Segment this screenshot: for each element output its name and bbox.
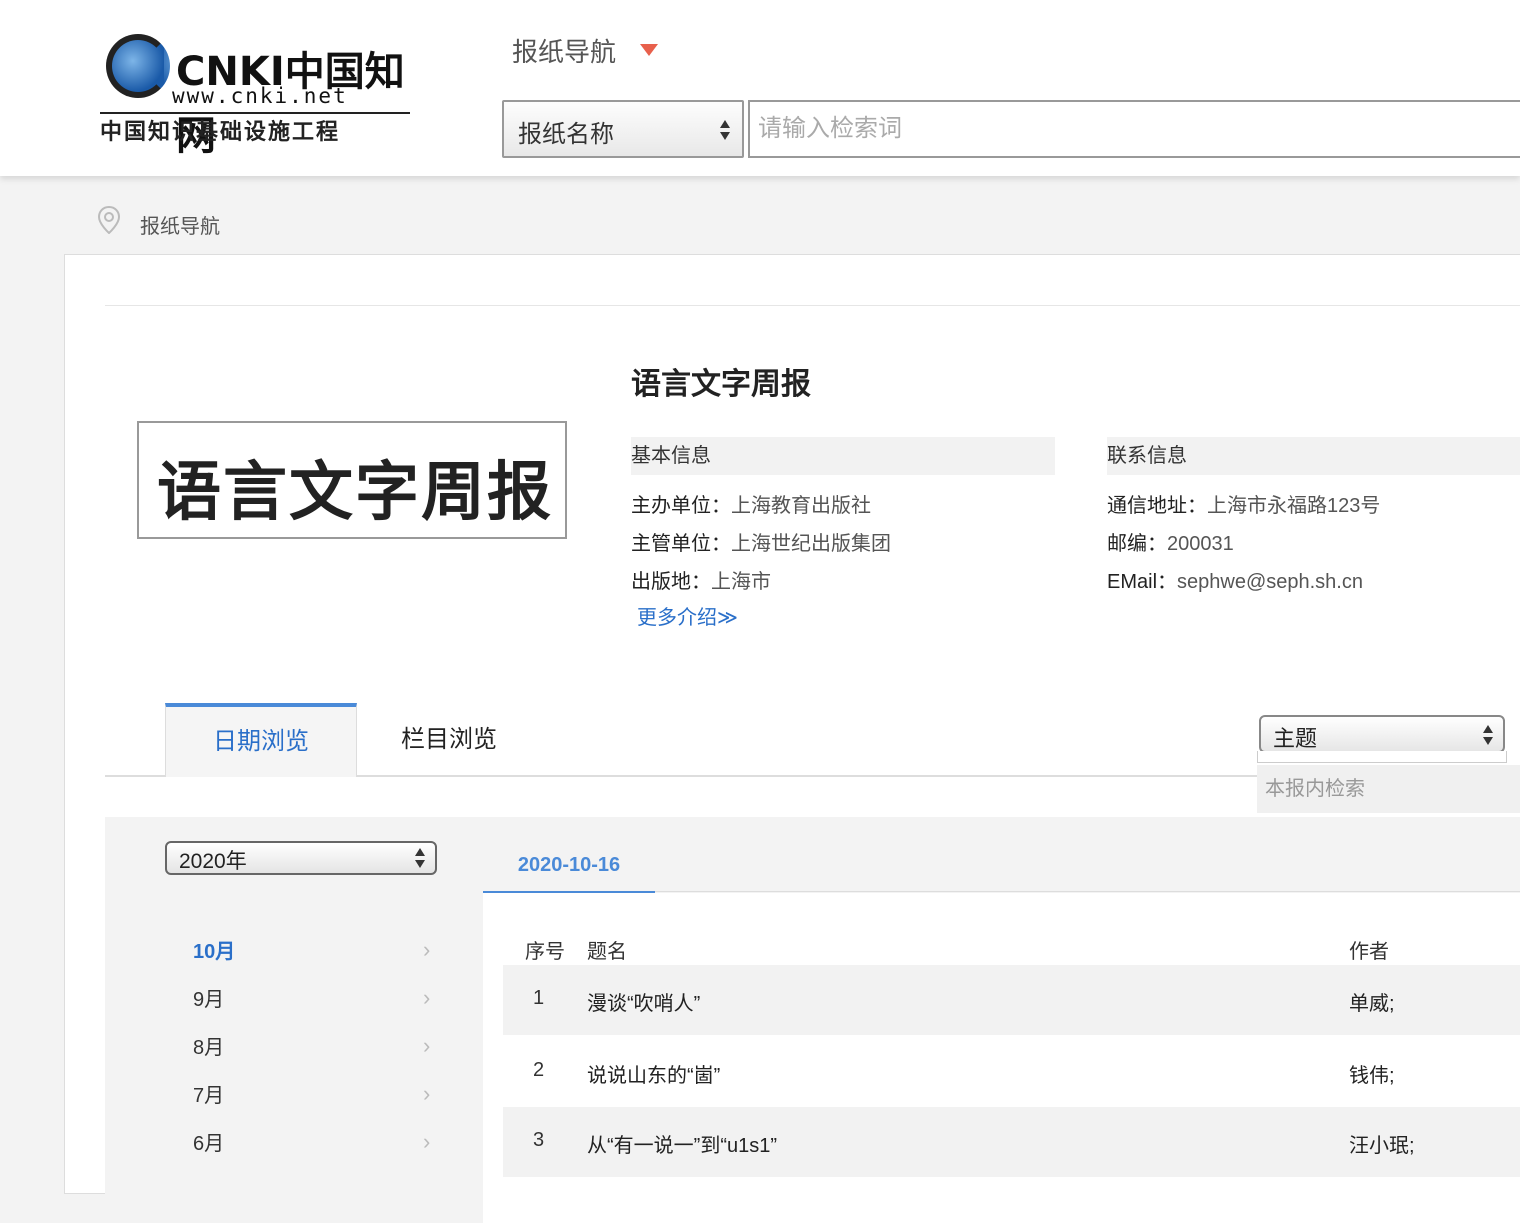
chevron-right-icon[interactable]: › bbox=[423, 937, 430, 963]
article-list: 序号 题名 作者 1 漫谈“吹哨人” 单威; 2 说说山东的“崮” 钱伟; 3 … bbox=[483, 893, 1520, 1223]
email-row: EMail：sephwe@seph.sh.cn bbox=[1107, 565, 1363, 594]
tab-date-browse[interactable]: 日期浏览 bbox=[165, 703, 357, 777]
row-num: 3 bbox=[533, 1129, 545, 1151]
caret-down-icon[interactable] bbox=[640, 44, 658, 56]
contact-info-heading: 联系信息 bbox=[1107, 437, 1520, 475]
sponsor-label: 主办单位： bbox=[631, 495, 731, 517]
updown-arrows-icon bbox=[1483, 725, 1493, 747]
article-title-link[interactable]: 从“有一说一”到“u1s1” bbox=[587, 1129, 777, 1158]
sponsor-row: 主办单位：上海教育出版社 bbox=[631, 489, 871, 518]
month-item[interactable]: 8月 bbox=[193, 1031, 224, 1060]
logo-url: www.cnki.net bbox=[172, 84, 348, 108]
place-row: 出版地：上海市 bbox=[631, 565, 771, 594]
inner-search-field-select[interactable]: 主题 bbox=[1259, 715, 1505, 753]
sponsor-value: 上海教育出版社 bbox=[731, 495, 871, 517]
email-label: EMail： bbox=[1107, 571, 1178, 593]
search-field-select[interactable]: 报纸名称 bbox=[502, 100, 744, 158]
search-field-value: 报纸名称 bbox=[518, 121, 614, 148]
place-value: 上海市 bbox=[711, 571, 771, 593]
breadcrumb[interactable]: 报纸导航 bbox=[140, 210, 220, 239]
article-title-link[interactable]: 漫谈“吹哨人” bbox=[587, 987, 700, 1016]
article-title-link[interactable]: 说说山东的“崮” bbox=[587, 1059, 720, 1088]
email-value: sephwe@seph.sh.cn bbox=[1177, 571, 1363, 593]
table-row: 3 从“有一说一”到“u1s1” 汪小珉; bbox=[503, 1107, 1520, 1177]
column-header-title: 题名 bbox=[587, 941, 627, 963]
select-shadow bbox=[1257, 751, 1507, 763]
article-author[interactable]: 单威; bbox=[1349, 987, 1395, 1016]
browse-area: 2020年 10月 › 9月 › 8月 › 7月 › 6月 › 2020-10-… bbox=[105, 817, 1520, 1223]
supervisor-row: 主管单位：上海世纪出版集团 bbox=[631, 527, 891, 556]
table-row: 1 漫谈“吹哨人” 单威; bbox=[503, 965, 1520, 1035]
supervisor-label: 主管单位： bbox=[631, 533, 731, 555]
location-pin-icon bbox=[98, 206, 120, 234]
chevron-right-icon[interactable]: › bbox=[423, 1033, 430, 1059]
year-select[interactable]: 2020年 bbox=[165, 841, 437, 875]
more-intro-link[interactable]: 更多介绍≫ bbox=[637, 601, 738, 630]
row-num: 1 bbox=[533, 987, 545, 1009]
article-author[interactable]: 钱伟; bbox=[1349, 1059, 1395, 1088]
inner-search-field-value: 主题 bbox=[1273, 726, 1318, 751]
chevron-right-icon[interactable]: › bbox=[423, 985, 430, 1011]
basic-info-heading: 基本信息 bbox=[631, 437, 1055, 475]
tab-column-browse[interactable]: 栏目浏览 bbox=[401, 719, 497, 754]
cover-text: 语言文字周报 bbox=[157, 455, 553, 530]
month-item[interactable]: 10月 bbox=[193, 935, 235, 964]
main-panel: 语言文字周报 语言文字周报 基本信息 主办单位：上海教育出版社 主管单位：上海世… bbox=[64, 254, 1520, 1223]
page-title: 语言文字周报 bbox=[631, 368, 811, 401]
globe-icon bbox=[106, 34, 170, 98]
date-tab[interactable]: 2020-10-16 bbox=[483, 851, 655, 893]
postcode-row: 邮编：200031 bbox=[1107, 527, 1234, 556]
cnki-logo[interactable]: CNKI中国知网 www.cnki.net 中国知识基础设施工程 bbox=[100, 26, 420, 159]
supervisor-value: 上海世纪出版集团 bbox=[731, 533, 891, 555]
place-label: 出版地： bbox=[631, 571, 711, 593]
chevron-right-icon[interactable]: › bbox=[423, 1129, 430, 1155]
column-header-author: 作者 bbox=[1349, 941, 1389, 963]
table-row: 2 说说山东的“崮” 钱伟; bbox=[503, 1037, 1520, 1107]
month-item[interactable]: 9月 bbox=[193, 983, 224, 1012]
nav-title[interactable]: 报纸导航 bbox=[512, 32, 616, 69]
paper-cover: 语言文字周报 bbox=[137, 421, 567, 539]
article-author[interactable]: 汪小珉; bbox=[1349, 1129, 1415, 1158]
address-label: 通信地址： bbox=[1107, 495, 1207, 517]
postcode-value: 200031 bbox=[1167, 533, 1234, 555]
divider bbox=[105, 305, 1520, 306]
logo-subtitle: 中国知识基础设施工程 bbox=[100, 119, 341, 145]
postcode-label: 邮编： bbox=[1107, 533, 1167, 555]
updown-arrows-icon bbox=[720, 120, 730, 142]
month-item[interactable]: 7月 bbox=[193, 1079, 224, 1108]
year-select-value: 2020年 bbox=[179, 850, 247, 873]
search-input[interactable] bbox=[748, 100, 1520, 158]
updown-arrows-icon bbox=[415, 848, 425, 870]
column-header-num: 序号 bbox=[525, 941, 565, 963]
date-tab-divider bbox=[655, 891, 1520, 892]
address-row: 通信地址：上海市永福路123号 bbox=[1107, 489, 1380, 518]
chevron-right-icon[interactable]: › bbox=[423, 1081, 430, 1107]
address-value: 上海市永福路123号 bbox=[1207, 495, 1381, 517]
row-num: 2 bbox=[533, 1059, 545, 1081]
inner-search-input[interactable] bbox=[1257, 765, 1520, 813]
top-bar: CNKI中国知网 www.cnki.net 中国知识基础设施工程 报纸导航 报纸… bbox=[0, 0, 1520, 176]
month-item[interactable]: 6月 bbox=[193, 1127, 224, 1156]
